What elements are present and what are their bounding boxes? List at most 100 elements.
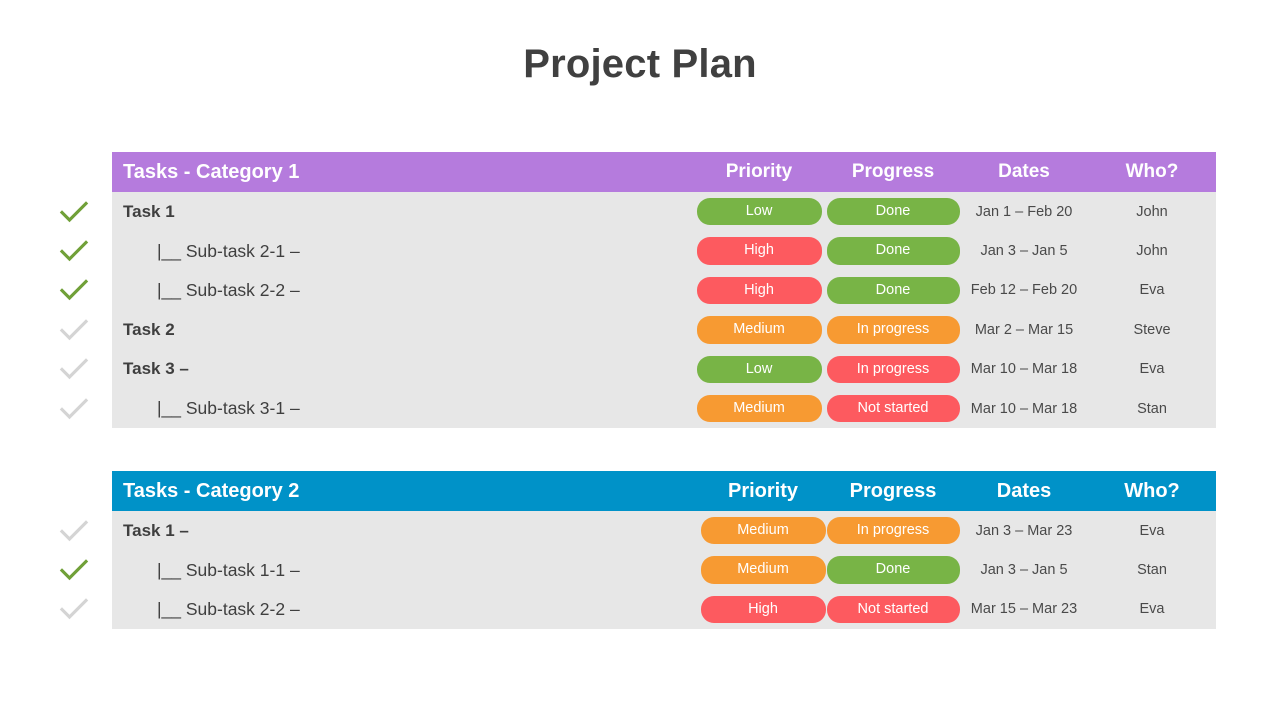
check-done-icon[interactable] <box>59 558 89 582</box>
who-text: Eva <box>1139 522 1165 539</box>
cell-who: Stan <box>1088 401 1216 417</box>
cell-progress: In progress <box>826 516 960 545</box>
cell-who: Steve <box>1088 322 1216 338</box>
progress-badge[interactable]: In progress <box>826 355 960 383</box>
task-label: |__ Sub-task 2-2 – <box>157 279 300 300</box>
dates-text: Mar 15 – Mar 23 <box>970 601 1078 618</box>
cell-progress: In progress <box>826 355 960 383</box>
check-done-icon[interactable] <box>59 278 89 302</box>
cell-priority: Medium <box>700 556 826 584</box>
row-cells: High Done Feb 12 – Feb 20 Eva <box>696 276 1216 305</box>
page-title: Project Plan <box>523 42 757 86</box>
progress-badge[interactable]: In progress <box>826 516 960 545</box>
cell-who: Eva <box>1088 523 1216 539</box>
column-header-progress: Progress <box>851 161 935 182</box>
priority-badge[interactable]: Medium <box>696 394 822 423</box>
table-title: Tasks - Category 1 <box>123 160 300 183</box>
table-row[interactable]: |__ Sub-task 1-1 – Medium Done Jan 3 – Jan … <box>59 550 1216 589</box>
row-cells: Low In progress Mar 10 – Mar 18 Eva <box>696 355 1216 383</box>
column-header-dates: Dates <box>996 479 1052 502</box>
cell-progress: Done <box>826 237 960 265</box>
row-cells: High Done Jan 3 – Jan 5 John <box>696 237 1216 265</box>
table-row[interactable]: Task 2 Medium In progress Mar 2 – Mar 15 Ste… <box>59 310 1216 349</box>
progress-badge[interactable]: Not started <box>826 595 960 624</box>
task-table-category-1: Tasks - Category 1 Priority Progress Dat… <box>59 152 1216 429</box>
cell-who: Stan <box>1088 562 1216 578</box>
task-label: Task 3 – <box>123 359 189 379</box>
priority-badge[interactable]: High <box>696 276 822 305</box>
row-cells: Medium In progress Jan 3 – Mar 23 Eva <box>700 516 1216 545</box>
who-text: Steve <box>1133 321 1171 338</box>
cell-progress: Not started <box>826 394 960 423</box>
cell-who: Eva <box>1088 601 1216 617</box>
cell-dates: Mar 10 – Mar 18 <box>960 401 1088 417</box>
priority-badge[interactable]: Low <box>696 355 822 383</box>
row-cells: Medium Not started Mar 10 – Mar 18 Stan <box>696 394 1216 423</box>
task-label: Task 1 – <box>123 520 189 540</box>
table-row[interactable]: |__ Sub-task 2-2 – High Done Feb 12 – Feb 2… <box>59 271 1216 310</box>
table-row[interactable]: |__ Sub-task 3-1 – Medium Not started Mar 1… <box>59 389 1216 428</box>
who-text: Eva <box>1139 282 1165 299</box>
who-text: Stan <box>1137 562 1167 579</box>
dates-text: Feb 12 – Feb 20 <box>970 282 1078 299</box>
check-pending-icon[interactable] <box>59 519 89 543</box>
cell-priority: Medium <box>696 316 822 344</box>
who-text: Eva <box>1139 361 1165 378</box>
who-text: Eva <box>1139 601 1165 618</box>
cell-who: John <box>1088 243 1216 259</box>
cell-dates: Mar 2 – Mar 15 <box>960 322 1088 338</box>
check-done-icon[interactable] <box>59 239 89 263</box>
progress-badge[interactable]: Done <box>826 556 960 584</box>
column-header-who: Who? <box>1124 479 1180 502</box>
progress-badge[interactable]: Not started <box>826 394 960 423</box>
table-row[interactable]: Task 1 Low Done Jan 1 – Feb 20 John <box>59 192 1216 231</box>
check-done-icon[interactable] <box>59 200 89 224</box>
priority-badge[interactable]: High <box>700 595 826 624</box>
row-cells: High Not started Mar 15 – Mar 23 Eva <box>700 595 1216 624</box>
table-row[interactable]: |__ Sub-task 2-1 – High Done Jan 3 – Jan 5 J… <box>59 231 1216 270</box>
cell-progress: Done <box>826 276 960 305</box>
cell-dates: Jan 3 – Jan 5 <box>960 243 1088 259</box>
priority-badge[interactable]: High <box>696 237 822 265</box>
priority-badge[interactable]: Medium <box>696 316 822 344</box>
progress-badge[interactable]: Done <box>826 237 960 265</box>
cell-dates: Jan 3 – Jan 5 <box>960 562 1088 578</box>
dates-text: Jan 1 – Feb 20 <box>975 203 1073 220</box>
cell-priority: High <box>700 595 826 624</box>
check-pending-icon[interactable] <box>59 357 89 381</box>
cell-who: Eva <box>1088 282 1216 298</box>
column-header-priority: Priority <box>725 161 793 182</box>
progress-badge[interactable]: In progress <box>826 316 960 344</box>
priority-badge[interactable]: Low <box>696 197 822 226</box>
row-cells: Low Done Jan 1 – Feb 20 John <box>696 197 1216 226</box>
table-header-category-1: Tasks - Category 1 Priority Progress Dat… <box>112 152 1216 192</box>
cell-priority: High <box>696 237 822 265</box>
table-row[interactable]: Task 1 – Medium In progress Jan 3 – Mar 23 E… <box>59 511 1216 550</box>
table-header-category-2: Tasks - Category 2 Priority Progress Dat… <box>112 471 1216 511</box>
cell-progress: Not started <box>826 595 960 624</box>
priority-badge[interactable]: Medium <box>700 516 826 545</box>
table-row[interactable]: Task 3 – Low In progress Mar 10 – Mar 18 Eva <box>59 350 1216 389</box>
priority-badge[interactable]: Medium <box>700 556 826 584</box>
column-headers: Priority Progress Dates Who? <box>696 161 1216 183</box>
check-pending-icon[interactable] <box>59 597 89 621</box>
cell-progress: Done <box>826 556 960 584</box>
task-label: Task 2 <box>123 319 175 339</box>
cell-who: Eva <box>1088 361 1216 377</box>
cell-priority: Medium <box>696 394 822 423</box>
cell-dates: Mar 10 – Mar 18 <box>960 361 1088 377</box>
dates-text: Jan 3 – Jan 5 <box>980 562 1068 579</box>
column-header-dates: Dates <box>998 161 1050 182</box>
who-text: Stan <box>1137 400 1167 417</box>
progress-badge[interactable]: Done <box>826 276 960 305</box>
check-pending-icon[interactable] <box>59 397 89 421</box>
dates-text: Mar 10 – Mar 18 <box>970 400 1078 417</box>
column-header-progress: Progress <box>849 479 937 502</box>
check-pending-icon[interactable] <box>59 318 89 342</box>
progress-badge[interactable]: Done <box>826 197 960 226</box>
table-row[interactable]: |__ Sub-task 2-2 – High Not started Mar 15 … <box>59 590 1216 629</box>
dates-text: Mar 2 – Mar 15 <box>974 321 1074 338</box>
column-headers: Priority Progress Dates Who? <box>700 480 1216 503</box>
task-label: |__ Sub-task 2-1 – <box>157 240 300 261</box>
cell-dates: Feb 12 – Feb 20 <box>960 282 1088 298</box>
